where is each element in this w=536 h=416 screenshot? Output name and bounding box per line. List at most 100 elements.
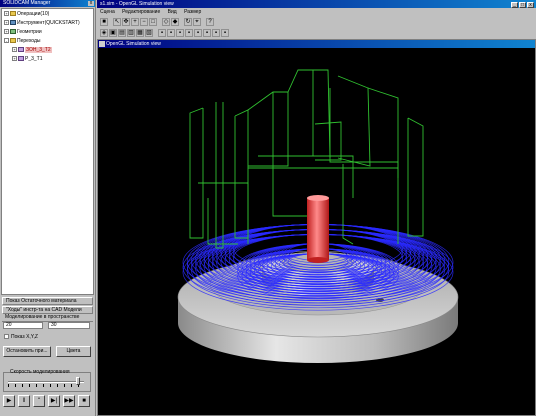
step-button[interactable]: ʺ <box>33 395 45 407</box>
app-title: s1.sim - OpenGL Simulation view <box>100 1 174 7</box>
tool-moves-option[interactable]: "Ходы" инстр-та на CAD Модели <box>2 306 93 314</box>
zoom-out-icon[interactable]: − <box>140 18 148 26</box>
pan-icon[interactable]: ✥ <box>122 18 130 26</box>
tool-tip <box>307 257 329 263</box>
spatial-simulation-label: Моделирование в пространстве <box>2 314 93 322</box>
box7-icon[interactable]: ▪ <box>212 29 220 37</box>
tree-item-label: Инструмент(QUICKSTART) <box>17 20 80 26</box>
expand-toggle-icon[interactable]: + <box>4 11 9 17</box>
tree-item[interactable]: + ЗОН_3_Т2 <box>4 46 93 55</box>
toolbar-separator <box>180 18 183 26</box>
stop-button[interactable]: ■ <box>78 395 90 407</box>
menu-bar: Сцена Редактирование Вид Размер <box>97 8 536 16</box>
simulation-scene[interactable] <box>98 48 535 415</box>
simulation-canvas[interactable] <box>98 48 535 415</box>
menu-view[interactable]: Вид <box>168 9 177 15</box>
tool-top <box>307 195 329 201</box>
rapid-move-line <box>337 75 371 167</box>
shaded-icon[interactable]: ◆ <box>171 18 179 26</box>
show-xyz-checkbox[interactable]: Показ X,Y,Z <box>4 334 38 341</box>
rapid-moves <box>189 69 424 249</box>
box6-icon[interactable]: ▪ <box>203 29 211 37</box>
geometry-icon <box>10 29 16 35</box>
app-root: SOLIDCAM Manager x + Операции(10) + Инструм… <box>0 0 536 416</box>
stop-at-button[interactable]: Остановить при... <box>3 346 51 357</box>
folder-icon <box>10 38 16 44</box>
close-icon[interactable]: x <box>88 1 94 6</box>
rapid-move-line <box>367 87 399 168</box>
tool-icon <box>10 20 16 26</box>
rotate-icon[interactable]: ↻ <box>184 18 192 26</box>
main-toolbar: ■ ↖ ✥ + − □ ◇ ◆ ↻ ⌖? <box>99 17 534 27</box>
view-iso-icon[interactable]: ◈ <box>100 29 108 37</box>
zoom-fit-icon[interactable]: □ <box>149 18 157 26</box>
tree-item-label: ЗОН_3_Т2 <box>25 47 52 53</box>
operation-icon <box>18 47 24 53</box>
folder-icon <box>10 11 16 17</box>
box4-icon[interactable]: ▪ <box>185 29 193 37</box>
expand-toggle-icon[interactable]: + <box>12 47 17 53</box>
rapid-move-line <box>407 117 424 237</box>
tree-item-label: Переходы <box>17 38 41 44</box>
spatial-field-2[interactable]: 30 <box>48 322 90 329</box>
toolbar-separator <box>154 29 157 37</box>
view-title-bar: OpenGL Simulation view <box>98 40 535 48</box>
tree-item-label: P_3_T1 <box>25 56 43 62</box>
view-front-icon[interactable]: ▤ <box>118 29 126 37</box>
view-top-icon[interactable]: ▣ <box>109 29 117 37</box>
play-button[interactable]: ▶ <box>3 395 15 407</box>
speed-slider[interactable] <box>8 377 84 387</box>
play-to-end-button[interactable]: ▶| <box>48 395 60 407</box>
expand-toggle-icon[interactable]: + <box>4 20 9 26</box>
menu-size[interactable]: Размер <box>184 9 201 15</box>
expand-toggle-icon[interactable]: - <box>4 38 9 44</box>
slider-thumb[interactable] <box>76 377 80 385</box>
rapid-move-line <box>313 69 331 159</box>
rapid-move-line <box>215 102 224 249</box>
rapid-move-line <box>272 92 313 217</box>
zoom-in-icon[interactable]: + <box>131 18 139 26</box>
expand-toggle-icon[interactable]: + <box>4 29 9 35</box>
box1-icon[interactable]: ▪ <box>158 29 166 37</box>
rapid-move-line <box>287 69 314 156</box>
box5-icon[interactable]: ▪ <box>194 29 202 37</box>
app-title-bar: s1.sim - OpenGL Simulation view _ □ x <box>97 0 536 8</box>
tree-item[interactable]: + Инструмент(QUICKSTART) <box>4 19 93 28</box>
wireframe-icon[interactable]: ◇ <box>162 18 170 26</box>
rapid-move-line <box>314 121 342 161</box>
view-side-icon[interactable]: ▥ <box>127 29 135 37</box>
fast-forward-button[interactable]: ▶▶ <box>63 395 75 407</box>
tree-item-label: Операции(10) <box>17 11 50 17</box>
box8-icon[interactable]: ▪ <box>221 29 229 37</box>
rapid-move-line <box>189 107 204 239</box>
tree-item[interactable]: + Геометрии <box>4 28 93 37</box>
box3-icon[interactable]: ▪ <box>176 29 184 37</box>
view-back-icon[interactable]: ▦ <box>136 29 144 37</box>
expand-toggle-icon[interactable]: + <box>12 56 17 62</box>
rapid-move-line <box>247 91 289 167</box>
tree-item[interactable]: - Переходы <box>4 37 93 46</box>
help-icon[interactable]: ? <box>206 18 214 26</box>
pause-button[interactable]: ‖ <box>18 395 30 407</box>
slider-ticks <box>8 384 84 387</box>
slider-track <box>8 381 84 383</box>
select-icon[interactable]: ↖ <box>113 18 121 26</box>
toolbar-separator <box>109 18 112 26</box>
operations-tree: + Операции(10) + Инструмент(QUICKSTART) + Гео… <box>1 8 94 295</box>
menu-scene[interactable]: Сцена <box>100 9 115 15</box>
rapid-move-line <box>342 164 354 245</box>
rapid-move-line <box>234 109 249 239</box>
view-bottom-icon[interactable]: ▧ <box>145 29 153 37</box>
tree-item[interactable]: + Операции(10) <box>4 10 93 19</box>
tree-item[interactable]: + P_3_T1 <box>4 55 93 64</box>
simulation-window: s1.sim - OpenGL Simulation view _ □ x Сцен… <box>97 0 536 416</box>
stop-icon[interactable]: ■ <box>100 18 108 26</box>
colors-button[interactable]: Цвета <box>56 346 91 357</box>
toolbar-separator <box>158 18 161 26</box>
remaining-material-option[interactable]: Показ Остаточного материала <box>2 297 93 305</box>
box2-icon[interactable]: ▪ <box>167 29 175 37</box>
checkbox-box[interactable] <box>4 334 9 340</box>
spatial-field-1[interactable]: 20 <box>3 322 43 329</box>
measure-icon[interactable]: ⌖ <box>193 18 201 26</box>
menu-edit[interactable]: Редактирование <box>122 9 160 15</box>
